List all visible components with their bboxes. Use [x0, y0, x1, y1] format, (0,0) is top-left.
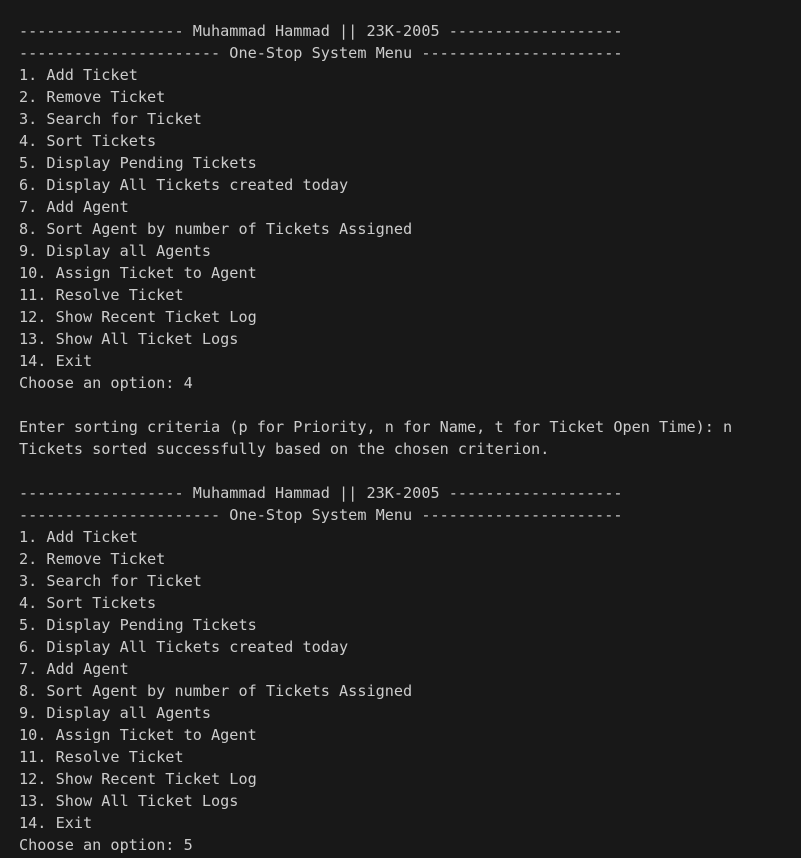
- menu-item: 8. Sort Agent by number of Tickets Assig…: [19, 220, 413, 238]
- menu-item: 3. Search for Ticket: [19, 110, 202, 128]
- menu-item: 1. Add Ticket: [19, 66, 138, 84]
- menu-title: ---------------------- One-Stop System M…: [19, 506, 623, 524]
- menu-item: 2. Remove Ticket: [19, 550, 166, 568]
- menu-item: 12. Show Recent Ticket Log: [19, 308, 257, 326]
- menu-item: 4. Sort Tickets: [19, 594, 157, 612]
- menu-item: 6. Display All Tickets created today: [19, 638, 349, 656]
- terminal-output[interactable]: ------------------ Muhammad Hammad || 23…: [0, 0, 801, 858]
- menu-item: 4. Sort Tickets: [19, 132, 157, 150]
- menu-item: 13. Show All Ticket Logs: [19, 792, 239, 810]
- menu-item: 14. Exit: [19, 352, 93, 370]
- menu-item: 8. Sort Agent by number of Tickets Assig…: [19, 682, 413, 700]
- menu-header: ------------------ Muhammad Hammad || 23…: [19, 484, 623, 502]
- menu-item: 7. Add Agent: [19, 198, 129, 216]
- menu-item: 11. Resolve Ticket: [19, 286, 184, 304]
- menu-item: 10. Assign Ticket to Agent: [19, 726, 257, 744]
- menu-item: 7. Add Agent: [19, 660, 129, 678]
- menu-item: 5. Display Pending Tickets: [19, 154, 257, 172]
- menu-header: ------------------ Muhammad Hammad || 23…: [19, 22, 623, 40]
- menu-item: 13. Show All Ticket Logs: [19, 330, 239, 348]
- option-prompt: Choose an option: 5: [19, 836, 193, 854]
- menu-title: ---------------------- One-Stop System M…: [19, 44, 623, 62]
- menu-item: 1. Add Ticket: [19, 528, 138, 546]
- menu-item: 12. Show Recent Ticket Log: [19, 770, 257, 788]
- menu-item: 5. Display Pending Tickets: [19, 616, 257, 634]
- menu-item: 11. Resolve Ticket: [19, 748, 184, 766]
- menu-item: 9. Display all Agents: [19, 704, 212, 722]
- menu-item: 3. Search for Ticket: [19, 572, 202, 590]
- option-prompt: Choose an option: 4: [19, 374, 193, 392]
- menu-item: 14. Exit: [19, 814, 93, 832]
- menu-item: 10. Assign Ticket to Agent: [19, 264, 257, 282]
- menu-item: 9. Display all Agents: [19, 242, 212, 260]
- menu-item: 6. Display All Tickets created today: [19, 176, 349, 194]
- sort-criteria-prompt: Enter sorting criteria (p for Priority, …: [19, 418, 733, 436]
- sort-result-message: Tickets sorted successfully based on the…: [19, 440, 550, 458]
- menu-item: 2. Remove Ticket: [19, 88, 166, 106]
